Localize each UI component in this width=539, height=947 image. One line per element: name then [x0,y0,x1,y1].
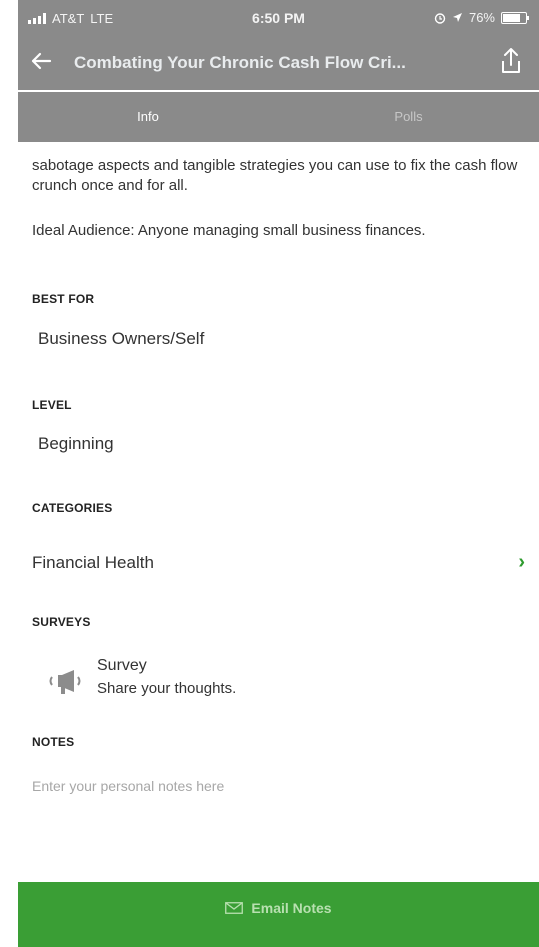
level-value: Beginning [38,434,114,453]
battery-percent: 76% [468,10,495,25]
left-edge [0,0,18,947]
megaphone-icon [49,670,81,694]
surveys-label: SURVEYS [32,615,91,629]
email-notes-label: Email Notes [251,900,332,916]
status-bar: AT&T LTE 6:50 PM 76% [18,0,539,38]
tab-info[interactable]: Info [18,92,278,142]
tab-polls[interactable]: Polls [278,92,539,142]
tab-bar: Info Polls [18,92,539,142]
nav-bar: Combating Your Chronic Cash Flow Cri... [18,44,539,90]
notes-label: NOTES [32,735,75,749]
mail-icon [225,902,244,914]
back-arrow-glyph [31,52,52,70]
top-bar: AT&T LTE 6:50 PM 76% Combating Your Chro… [18,0,539,90]
phone-screen: AT&T LTE 6:50 PM 76% Combating Your Chro… [0,0,539,947]
ideal-audience: Ideal Audience: Anyone managing small bu… [32,222,426,239]
location-icon [452,13,462,22]
category-row-financial-health[interactable]: Financial Health › [18,549,539,583]
battery-icon [501,11,529,24]
categories-label: CATEGORIES [32,501,113,515]
status-right: 76% [434,10,529,25]
level-label: LEVEL [32,398,72,412]
back-arrow-icon[interactable] [30,51,52,76]
email-notes-content: Email Notes [18,900,539,916]
email-notes-button[interactable]: Email Notes [18,882,539,947]
share-glyph [502,48,520,73]
chevron-right-icon: › [518,551,525,573]
best-for-value: Business Owners/Self [38,329,205,348]
survey-title: Survey [97,657,147,674]
survey-subtitle: Share your thoughts. [97,680,237,697]
survey-item[interactable]: Survey Share your thoughts. [32,655,532,711]
category-label: Financial Health [32,553,154,572]
session-details: sabotage aspects and tangible strategies… [18,142,539,882]
page-title: Combating Your Chronic Cash Flow Cri... [74,53,406,72]
best-for-label: BEST FOR [32,292,95,306]
app-screen: AT&T LTE 6:50 PM 76% Combating Your Chro… [18,0,539,947]
share-icon[interactable] [499,47,527,77]
alarm-icon [434,12,446,24]
session-description: sabotage aspects and tangible strategies… [32,157,518,194]
notes-input[interactable] [32,773,522,799]
